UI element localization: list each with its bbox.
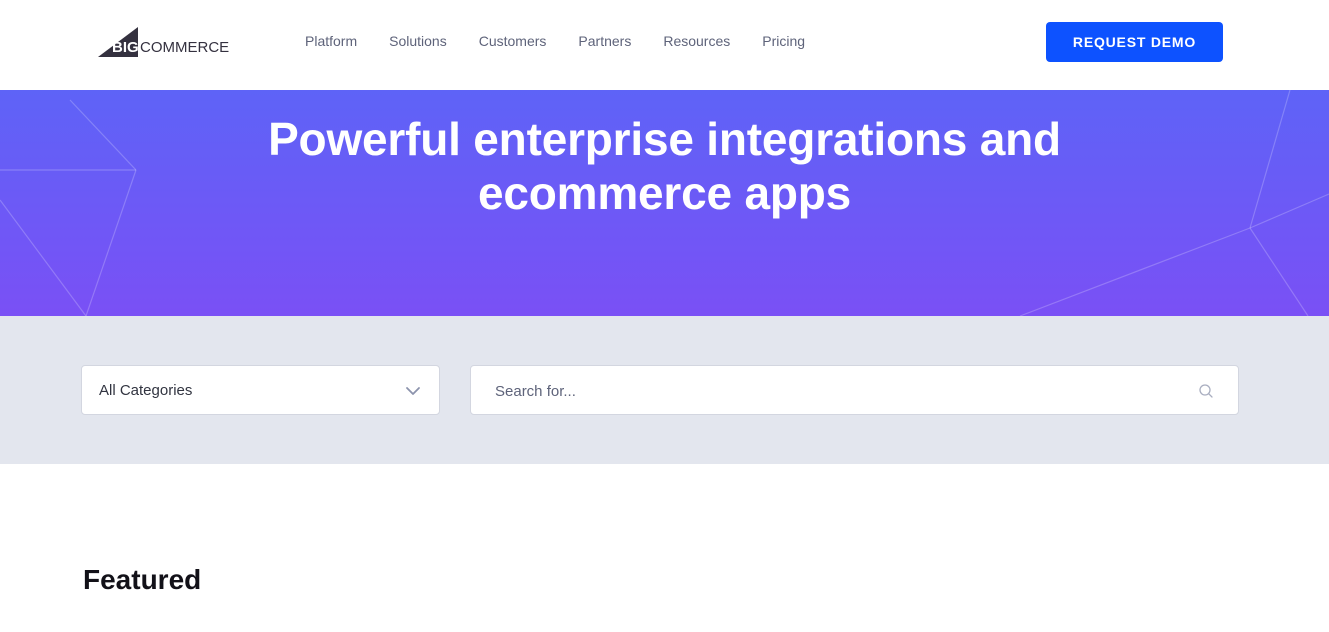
bigcommerce-logo[interactable]: BIG COMMERCE: [98, 27, 238, 59]
nav-item-resources[interactable]: Resources: [663, 33, 730, 53]
search-box: [470, 365, 1239, 415]
filter-band: All Categories: [0, 316, 1329, 464]
logo-text-big: BIG: [112, 39, 139, 56]
nav-item-platform[interactable]: Platform: [305, 33, 357, 53]
request-demo-button[interactable]: REQUEST DEMO: [1046, 22, 1223, 62]
hero-title-line-2: ecommerce apps: [477, 167, 852, 219]
nav-item-partners[interactable]: Partners: [578, 33, 631, 53]
hero-title-line-1: Powerful enterprise integrations and: [268, 113, 1061, 165]
hero-banner: Powerful enterprise integrations and eco…: [0, 90, 1329, 316]
featured-heading: Featured: [83, 564, 202, 595]
search-icon[interactable]: [1198, 383, 1214, 399]
hero-title: Powerful enterprise integrations and eco…: [0, 112, 1329, 220]
main-nav: Platform Solutions Customers Partners Re…: [305, 33, 837, 53]
nav-item-customers[interactable]: Customers: [479, 33, 547, 53]
logo-text-commerce: COMMERCE: [140, 39, 229, 56]
nav-item-pricing[interactable]: Pricing: [762, 33, 805, 53]
category-select-value: All Categories: [99, 382, 193, 399]
nav-item-solutions[interactable]: Solutions: [389, 33, 447, 53]
site-header: BIG COMMERCE Platform Solutions Customer…: [0, 0, 1329, 90]
bigcommerce-logo-icon: BIG COMMERCE: [98, 27, 229, 57]
chevron-down-icon: [406, 387, 420, 395]
category-select[interactable]: All Categories: [81, 365, 440, 415]
search-input[interactable]: [495, 380, 1175, 402]
